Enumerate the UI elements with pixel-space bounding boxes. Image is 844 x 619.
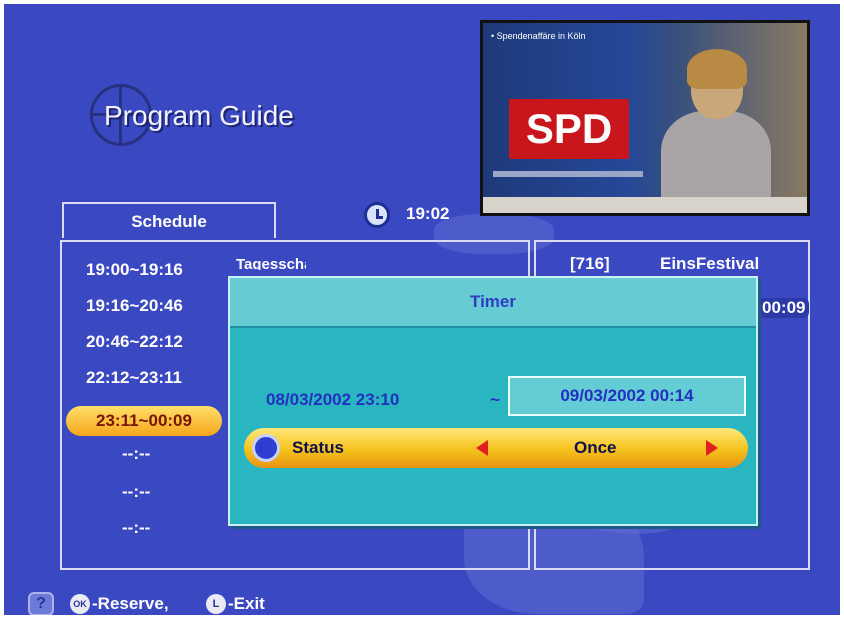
channel-name: EinsFestival [660, 254, 760, 273]
schedule-time-item[interactable]: --:-- [122, 518, 150, 538]
timer-range-separator: ~ [490, 390, 500, 409]
schedule-time-item[interactable]: --:-- [122, 444, 150, 464]
pip-caption: • Spendenaffäre in Köln [491, 31, 586, 41]
l-button-icon: L [206, 594, 226, 614]
status-label: Status [292, 438, 344, 457]
tab-schedule[interactable]: Schedule [62, 202, 276, 238]
status-value: Once [574, 438, 617, 457]
pip-ticker [493, 171, 643, 177]
schedule-time-item-selected[interactable]: 23:11~00:09 [66, 406, 222, 436]
pip-desk [483, 197, 807, 213]
channel-end-time: 00:09 [758, 298, 810, 318]
schedule-time-item[interactable]: 19:16~20:46 [86, 296, 183, 316]
picture-in-picture: • Spendenaffäre in Köln SPD [480, 20, 810, 216]
status-bullet-icon [252, 434, 280, 462]
exit-hint: -Exit [228, 594, 265, 613]
reserve-hint: -Reserve, [92, 594, 169, 613]
program-title-partial: Tagesschau [236, 256, 306, 270]
pip-anchor-figure [661, 45, 771, 211]
tv-screen: Program Guide • Spendenaffäre in Köln SP… [4, 4, 840, 615]
page-title: Program Guide [104, 100, 294, 131]
arrow-right-icon[interactable] [706, 440, 718, 456]
arrow-left-icon[interactable] [476, 440, 488, 456]
tab-schedule-label: Schedule [131, 212, 207, 231]
schedule-time-item[interactable]: --:-- [122, 482, 150, 502]
timer-status-selector[interactable]: Status Once [244, 428, 748, 468]
timer-end-datetime-field[interactable]: 09/03/2002 00:14 [508, 376, 746, 416]
channel-number: [716] [570, 254, 610, 273]
help-icon[interactable]: ? [28, 592, 54, 615]
schedule-time-item[interactable]: 22:12~23:11 [86, 368, 182, 388]
page-title-area: Program Guide [84, 82, 404, 152]
schedule-time-item[interactable]: 19:00~19:16 [86, 260, 183, 280]
timer-dialog: Timer 08/03/2002 23:10 ~ 09/03/2002 00:1… [228, 276, 758, 526]
timer-start-datetime[interactable]: 08/03/2002 23:10 [266, 390, 399, 410]
schedule-time-item[interactable]: 20:46~22:12 [86, 332, 183, 352]
timer-dialog-header: Timer [230, 278, 756, 328]
clock-icon [364, 202, 390, 228]
ok-button-icon: OK [70, 594, 90, 614]
current-time: 19:02 [406, 204, 450, 223]
pip-logo: SPD [509, 99, 629, 159]
timer-dialog-title: Timer [470, 292, 516, 311]
